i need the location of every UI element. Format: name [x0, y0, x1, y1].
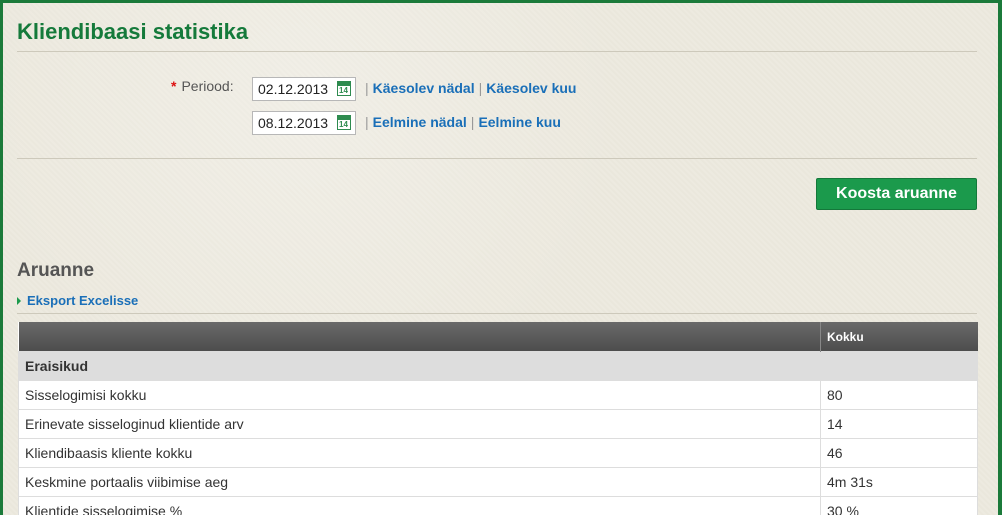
table-row: Kliendibaasis kliente kokku 46 [18, 438, 978, 468]
row-label: Sisselogimisi kokku [18, 380, 821, 410]
table-row: Keskmine portaalis viibimise aeg 4m 31s [18, 467, 978, 497]
row-label: Erinevate sisseloginud klientide arv [18, 409, 821, 439]
required-marker: * [171, 78, 177, 94]
generate-report-button[interactable]: Koosta aruanne [816, 178, 977, 210]
separator: | [365, 114, 369, 130]
page-title: Kliendibaasi statistika [17, 19, 249, 44]
group-label: Eraisikud [18, 351, 978, 381]
link-current-month[interactable]: Käesolev kuu [486, 80, 576, 96]
separator: | [478, 80, 483, 96]
arrow-right-icon [17, 297, 21, 305]
column-header-total: Kokku [820, 322, 978, 352]
row-value: 80 [820, 380, 978, 410]
row-value: 14 [820, 409, 978, 439]
start-date-input[interactable]: 02.12.2013 14 [252, 77, 356, 101]
row-value: 30 % [820, 496, 978, 515]
table-row: Klientide sisselogimise % 30 % [18, 496, 978, 515]
period-label-text: Periood: [181, 78, 234, 94]
end-date-value: 08.12.2013 [258, 115, 329, 131]
link-previous-month[interactable]: Eelmine kuu [478, 114, 560, 130]
title-divider [17, 51, 977, 52]
row-label: Klientide sisselogimise % [18, 496, 821, 515]
calendar-icon[interactable]: 14 [337, 81, 351, 96]
table-header-row: Kokku [18, 322, 978, 352]
export-divider [17, 313, 977, 314]
end-date-input[interactable]: 08.12.2013 14 [252, 111, 356, 135]
report-table: Kokku Eraisikud Sisselogimisi kokku 80 E… [18, 322, 978, 515]
table-row: Sisselogimisi kokku 80 [18, 380, 978, 410]
period-links-row-1: | Käesolev nädal | Käesolev kuu [361, 80, 576, 96]
separator: | [365, 80, 369, 96]
page-frame: Kliendibaasi statistika * Periood: 02.12.… [3, 3, 998, 515]
link-previous-week[interactable]: Eelmine nädal [373, 114, 467, 130]
export-excel-link[interactable]: Eksport Excelisse [17, 293, 138, 308]
start-date-value: 02.12.2013 [258, 81, 329, 97]
calendar-icon-day: 14 [339, 86, 348, 95]
separator: | [470, 114, 475, 130]
export-excel-label[interactable]: Eksport Excelisse [27, 293, 138, 308]
row-label: Keskmine portaalis viibimise aeg [18, 467, 821, 497]
filter-divider [17, 158, 977, 159]
period-links-row-2: | Eelmine nädal | Eelmine kuu [361, 114, 561, 130]
link-current-week[interactable]: Käesolev nädal [373, 80, 475, 96]
table-row: Erinevate sisseloginud klientide arv 14 [18, 409, 978, 439]
period-label: * Periood: [171, 78, 234, 94]
report-title: Aruanne [17, 260, 95, 281]
row-value: 4m 31s [820, 467, 978, 497]
row-label: Kliendibaasis kliente kokku [18, 438, 821, 468]
calendar-icon[interactable]: 14 [337, 115, 351, 130]
calendar-icon-day: 14 [339, 120, 348, 129]
column-header-label [18, 322, 821, 352]
table-group-row: Eraisikud [18, 351, 978, 381]
row-value: 46 [820, 438, 978, 468]
